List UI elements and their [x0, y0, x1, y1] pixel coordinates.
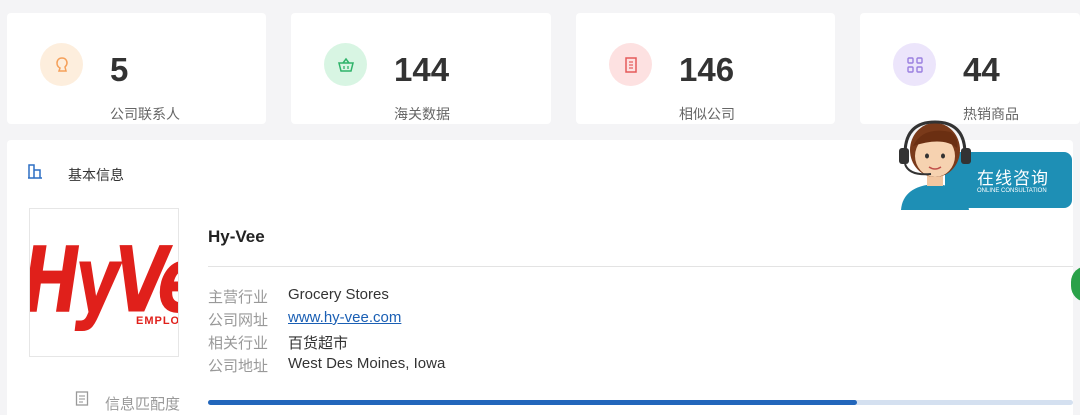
divider [208, 266, 1073, 267]
address-label: 公司地址 [208, 358, 269, 375]
stat-label: 相似公司 [679, 106, 735, 122]
building-chart-icon [27, 162, 43, 185]
related-industry-label: 相关行业 [208, 335, 269, 352]
stat-card-similar[interactable]: 146 相似公司 [576, 13, 835, 124]
contact-icon [40, 43, 83, 86]
industry-value: Grocery Stores [288, 286, 389, 303]
basket-icon [324, 43, 367, 86]
address-value: West Des Moines, Iowa [288, 355, 446, 372]
online-consultation-widget[interactable]: 在线咨询 ONLINE CONSULTATION [893, 110, 1073, 210]
related-industry-value: 百货超市 [288, 335, 349, 352]
stat-value: 44 [963, 51, 1000, 88]
address-row: 公司地址 West Des Moines, Iowa [208, 355, 445, 376]
consultation-sublabel: ONLINE CONSULTATION [977, 188, 1047, 194]
stat-card-hot-products[interactable]: 44 热销商品 [860, 13, 1080, 124]
industry-row: 主营行业 Grocery Stores [208, 286, 389, 307]
stat-card-customs[interactable]: 144 海关数据 [291, 13, 551, 124]
logo-subtext: EMPLO [136, 315, 179, 327]
document-icon [75, 390, 89, 412]
match-progress-bar [208, 400, 1073, 405]
company-logo: HyVe EMPLO [29, 208, 179, 357]
stat-value: 146 [679, 51, 735, 88]
industry-label: 主营行业 [208, 289, 269, 306]
match-progress-fill [208, 400, 857, 405]
support-agent-icon [899, 120, 971, 210]
grid-icon [893, 43, 936, 86]
stat-label: 公司联系人 [110, 106, 180, 122]
section-title: 基本信息 [68, 167, 124, 183]
website-link[interactable]: www.hy-vee.com [288, 309, 401, 330]
building-icon [609, 43, 652, 86]
stat-card-contacts[interactable]: 5 公司联系人 [7, 13, 266, 124]
consultation-label: 在线咨询 [977, 169, 1049, 188]
stat-value: 144 [394, 51, 450, 88]
stat-label: 海关数据 [394, 106, 450, 122]
stat-value: 5 [110, 51, 129, 88]
match-label: 信息匹配度 [105, 396, 181, 413]
website-row: 公司网址 www.hy-vee.com [208, 309, 401, 330]
website-label: 公司网址 [208, 312, 269, 329]
related-industry-row: 相关行业 百货超市 [208, 332, 348, 353]
company-name: Hy-Vee [208, 227, 265, 246]
